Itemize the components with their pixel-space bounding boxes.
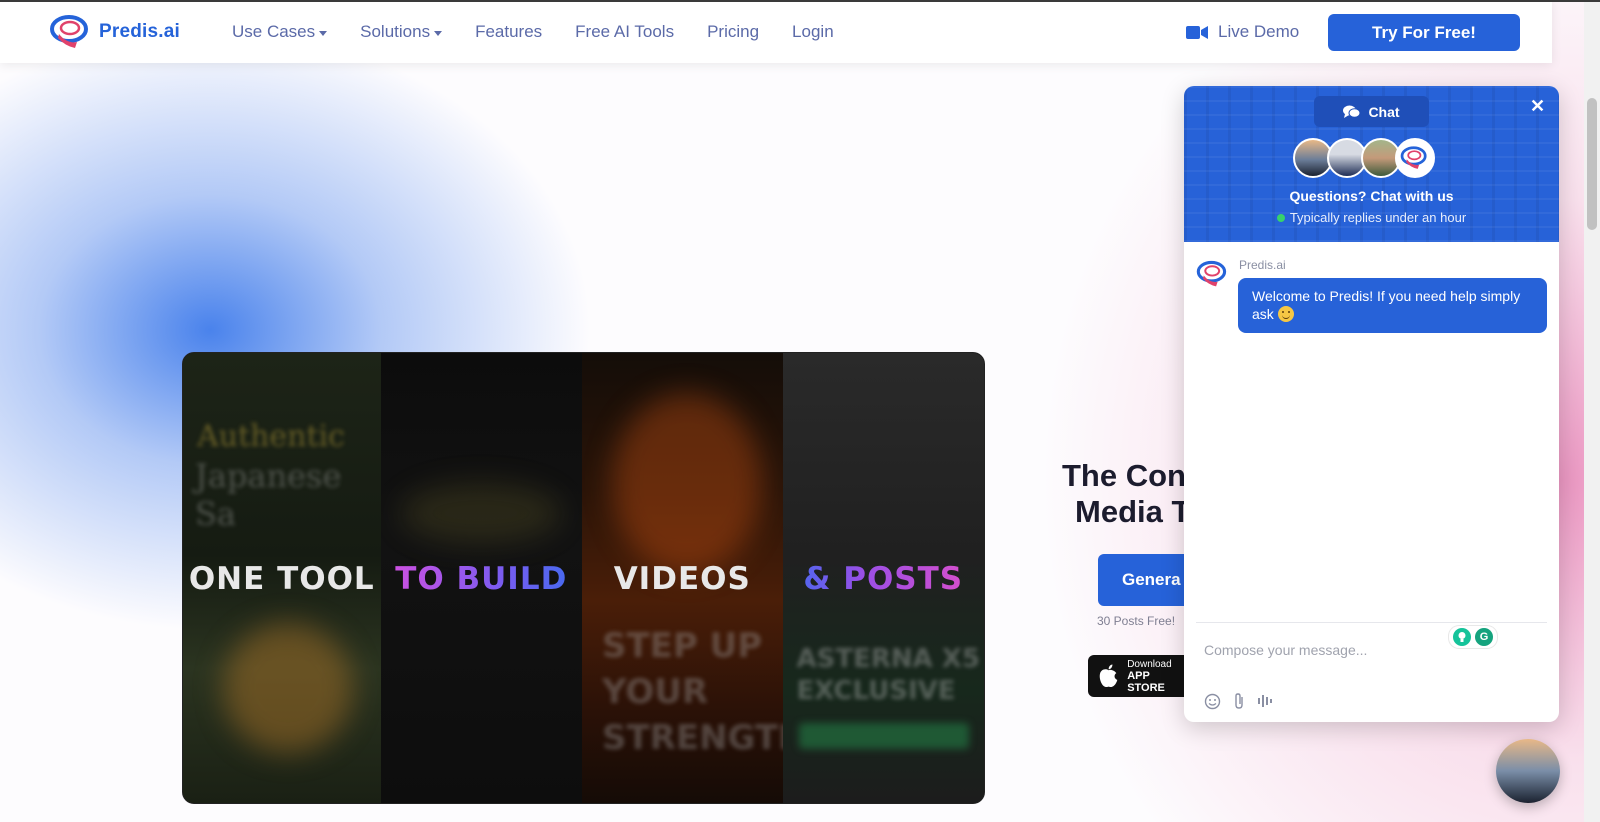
- page-scrollbar-thumb[interactable]: [1587, 98, 1597, 230]
- video-caption-4: & POSTS: [783, 561, 985, 597]
- blurred-background-text: ASTERNA X5 EXCLUSIVE: [796, 644, 980, 706]
- brand-name: Predis.ai: [99, 21, 181, 42]
- hero-video[interactable]: Authentic Japanese Sa ONE TOOL TO BUILD …: [182, 352, 985, 804]
- nav-links: Use Cases Solutions Features Free AI Too…: [232, 22, 834, 42]
- live-demo-link[interactable]: Live Demo: [1186, 22, 1299, 42]
- video-panel-fitness: STEP UPYOURSTRENGTH VIDEOS: [582, 353, 783, 803]
- welcome-message: Welcome to Predis! If you need help simp…: [1238, 278, 1547, 333]
- predis-logo-icon: [50, 15, 88, 48]
- predis-avatar: [1395, 138, 1435, 178]
- compose-tools: [1204, 692, 1273, 710]
- app-store-badge[interactable]: Download APP STORE: [1088, 655, 1188, 697]
- blurred-background-text: Authentic: [197, 419, 345, 454]
- nav-use-cases[interactable]: Use Cases: [232, 22, 328, 42]
- blurred-logo-image: [400, 483, 561, 543]
- blurred-background-text: Japanese Sa: [195, 457, 342, 533]
- live-demo-label: Live Demo: [1218, 22, 1300, 41]
- grammarly-icon[interactable]: G: [1475, 628, 1493, 646]
- blurred-food-image: [223, 623, 353, 753]
- nav-pricing[interactable]: Pricing: [707, 22, 759, 42]
- sender-avatar: [1196, 260, 1230, 293]
- close-icon[interactable]: ✕: [1530, 96, 1545, 117]
- video-camera-icon: [1186, 25, 1208, 39]
- video-caption-3: VIDEOS: [613, 561, 751, 597]
- caret-down-icon: [319, 30, 328, 36]
- video-caption-2: TO BUILD: [381, 561, 583, 597]
- chat-tab-label: Chat: [1368, 103, 1400, 120]
- chat-messages: Predis.ai Welcome to Predis! If you need…: [1184, 242, 1559, 612]
- compose-divider: [1196, 622, 1547, 623]
- window-top-border: [0, 0, 1600, 2]
- grammarly-badge[interactable]: G: [1449, 626, 1497, 648]
- nav-login[interactable]: Login: [792, 22, 834, 42]
- online-status-dot: [1276, 214, 1285, 222]
- smiley-emoji-icon: [1277, 306, 1294, 322]
- blurred-fitness-image: [612, 393, 762, 573]
- compose-input[interactable]: [1204, 642, 1444, 658]
- video-panel-product: ASTERNA X5 EXCLUSIVE & POSTS: [782, 353, 985, 803]
- hero-title-line-1: The Con: [1062, 458, 1186, 493]
- chat-launcher-avatar[interactable]: [1496, 739, 1560, 803]
- app-store-text: Download APP STORE: [1127, 659, 1188, 694]
- apple-icon: [1099, 664, 1118, 688]
- posts-free-note: 30 Posts Free!: [1097, 614, 1176, 628]
- hero-title: The Con Media T: [1062, 458, 1190, 530]
- video-panel-dark: TO BUILD: [380, 353, 583, 803]
- sender-name: Predis.ai: [1239, 258, 1286, 272]
- lightbulb-icon[interactable]: [1453, 628, 1471, 646]
- agent-avatars: [1293, 138, 1435, 178]
- chat-header: Chat ✕ Questions? Chat with us Typically…: [1184, 86, 1559, 242]
- predis-logo-icon: [1196, 260, 1227, 287]
- hero-title-line-2: Media T: [1075, 494, 1191, 529]
- chat-bubbles-icon: [1343, 105, 1361, 118]
- app-store-line-1: Download: [1127, 658, 1172, 670]
- predis-logo-icon: [1400, 146, 1427, 169]
- chat-heading: Questions? Chat with us: [1289, 188, 1454, 204]
- video-panel-food: Authentic Japanese Sa ONE TOOL: [183, 353, 381, 803]
- reply-status: Typically replies under an hour: [1184, 210, 1559, 225]
- brand-logo[interactable]: Predis.ai: [49, 14, 180, 50]
- blurred-background-text: STEP UPYOURSTRENGTH: [602, 626, 783, 758]
- app-store-line-2: APP STORE: [1127, 669, 1165, 694]
- video-caption-1: ONE TOOL: [188, 561, 375, 597]
- emoji-icon[interactable]: [1204, 693, 1221, 710]
- nav-free-ai-tools[interactable]: Free AI Tools: [575, 22, 674, 42]
- nav-features[interactable]: Features: [475, 22, 542, 42]
- blurred-product-banner: [798, 723, 969, 749]
- nav-use-cases-label: Use Cases: [232, 22, 316, 41]
- caret-down-icon: [434, 30, 443, 36]
- attachment-icon[interactable]: [1233, 692, 1245, 710]
- top-nav: Predis.ai Use Cases Solutions Features F…: [0, 0, 1552, 63]
- reply-status-text: Typically replies under an hour: [1289, 210, 1467, 225]
- chat-tab[interactable]: Chat: [1314, 96, 1429, 127]
- try-for-free-button[interactable]: Try For Free!: [1328, 14, 1520, 51]
- voice-message-icon[interactable]: [1257, 693, 1273, 709]
- nav-solutions[interactable]: Solutions: [360, 22, 443, 42]
- nav-solutions-label: Solutions: [360, 22, 431, 41]
- chat-widget: Chat ✕ Questions? Chat with us Typically…: [1184, 86, 1559, 722]
